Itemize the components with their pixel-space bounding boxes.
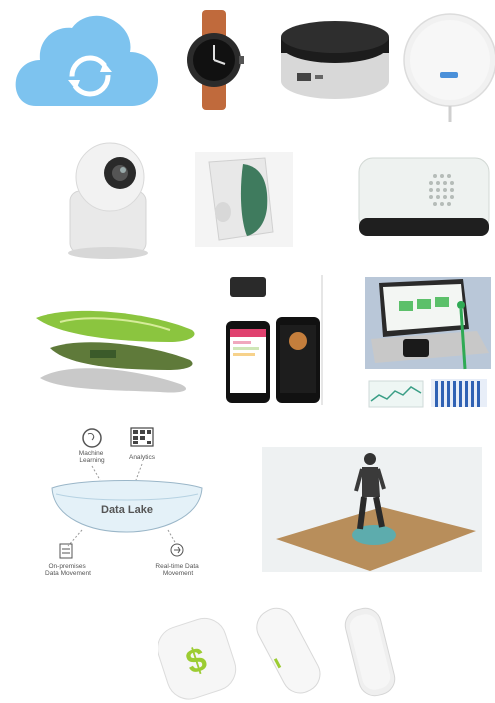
wireless-charger-tile [400, 2, 495, 122]
speaker-icon [358, 157, 490, 236]
machine-learning-label: Machine Learning [79, 450, 105, 464]
realtime-arrow-icon [170, 543, 184, 557]
data-lake-label: Data Lake [101, 504, 153, 516]
mobile-app-phones-tile [222, 275, 324, 405]
smartphone-icon [226, 275, 323, 405]
smart-hub-icon [281, 21, 389, 99]
analytics-grid-icon [130, 427, 154, 447]
cloud-sync-icon [15, 15, 159, 106]
on-premises-label: On-premises Data Movement [45, 563, 91, 577]
motion-sensor-icon [195, 152, 293, 247]
laptop-dashboard-tile [365, 277, 491, 412]
charger-puck-icon [403, 13, 495, 122]
smartwatch-tile [184, 8, 244, 112]
insole-icon [36, 310, 195, 393]
security-camera-tile [62, 135, 154, 260]
analytics-label: Analytics [129, 454, 156, 461]
data-lake-diagram: Machine Learning Analytics Data Lake On-… [45, 427, 203, 577]
smart-hub-tile [275, 15, 395, 103]
smartwatch-icon [187, 10, 244, 110]
motion-sensor-tile [195, 152, 293, 247]
cloud-sync-tile [14, 10, 160, 110]
walking-person-icon [262, 447, 482, 572]
real-time-label: Real-time Data Movement [155, 563, 200, 577]
brain-icon [82, 428, 102, 448]
smart-speaker-tile [355, 150, 493, 242]
data-lake-diagram-tile: Machine Learning Analytics Data Lake On-… [40, 422, 215, 584]
wearable-tag-icon: $ [158, 607, 396, 700]
wearable-tags-tile: $ [158, 600, 400, 703]
laptop-icon [365, 277, 491, 412]
server-icon [59, 543, 73, 559]
sensor-insoles-tile [30, 300, 200, 395]
security-camera-icon [68, 142, 148, 259]
person-on-sensor-floor-tile [262, 447, 482, 572]
